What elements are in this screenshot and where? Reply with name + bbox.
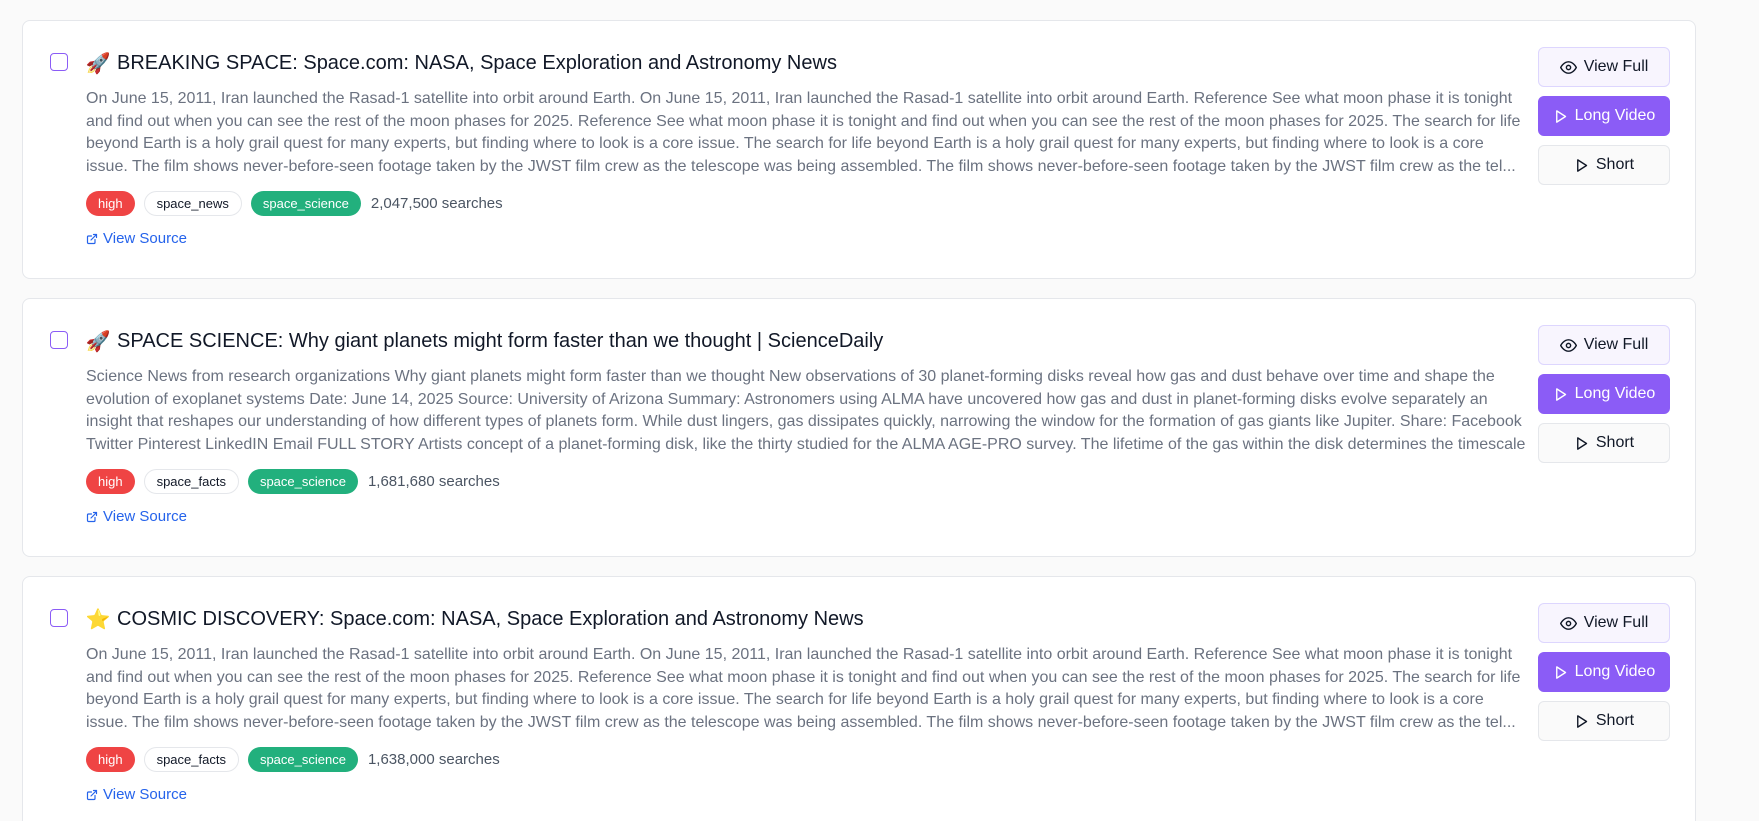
long-video-label: Long Video: [1574, 663, 1656, 680]
scroll-gutter: [1720, 0, 1759, 821]
category-tag: space_facts: [143, 747, 239, 772]
category-tag: space_facts: [143, 469, 239, 494]
priority-badge: high: [86, 747, 135, 772]
view-full-button[interactable]: View Full: [1538, 47, 1670, 87]
view-full-label: View Full: [1583, 336, 1649, 353]
long-video-button[interactable]: Long Video: [1538, 374, 1670, 414]
select-checkbox[interactable]: [50, 609, 68, 627]
select-checkbox[interactable]: [50, 331, 68, 349]
view-full-button[interactable]: View Full: [1538, 325, 1670, 365]
card-actions: View Full Long Video Short: [1538, 325, 1670, 463]
trend-card: 🚀 SPACE SCIENCE: Why giant planets might…: [22, 298, 1696, 557]
card-summary: Science News from research organizations…: [86, 368, 1526, 453]
view-source-link[interactable]: View Source: [86, 230, 187, 247]
view-full-label: View Full: [1583, 614, 1649, 631]
view-source-label: View Source: [103, 508, 187, 525]
card-meta: high space_news space_science 2,047,500 …: [86, 191, 503, 216]
play-icon: [1576, 158, 1588, 172]
card-title: COSMIC DISCOVERY: Space.com: NASA, Space…: [117, 607, 864, 630]
card-title-row: ⭐ COSMIC DISCOVERY: Space.com: NASA, Spa…: [86, 607, 864, 631]
card-title: BREAKING SPACE: Space.com: NASA, Space E…: [117, 51, 837, 74]
card-title-row: 🚀 SPACE SCIENCE: Why giant planets might…: [85, 329, 884, 353]
long-video-label: Long Video: [1574, 385, 1656, 402]
card-meta: high space_facts space_science 1,638,000…: [86, 747, 500, 772]
card-summary: On June 15, 2011, Iran launched the Rasa…: [86, 646, 1521, 731]
card-title-row: 🚀 BREAKING SPACE: Space.com: NASA, Space…: [86, 51, 837, 75]
play-icon: [1576, 436, 1588, 450]
card-actions: View Full Long Video Short: [1538, 47, 1670, 185]
eye-icon: [1559, 60, 1577, 74]
card-meta: high space_facts space_science 1,681,680…: [86, 469, 500, 494]
eye-icon: [1559, 616, 1577, 630]
trend-card: ⭐ COSMIC DISCOVERY: Space.com: NASA, Spa…: [22, 576, 1696, 821]
long-video-button[interactable]: Long Video: [1538, 652, 1670, 692]
long-video-button[interactable]: Long Video: [1538, 96, 1670, 136]
rocket-icon: 🚀: [85, 52, 111, 75]
trend-card-list: 🚀 BREAKING SPACE: Space.com: NASA, Space…: [22, 20, 1696, 821]
card-summary: On June 15, 2011, Iran launched the Rasa…: [86, 90, 1521, 175]
topic-tag: space_science: [250, 191, 361, 216]
search-count: 1,681,680 searches: [367, 473, 500, 490]
priority-badge: high: [86, 191, 135, 216]
search-count: 2,047,500 searches: [370, 195, 503, 212]
star-icon: ⭐: [85, 608, 111, 631]
short-video-label: Short: [1595, 434, 1635, 451]
play-icon: [1576, 714, 1588, 728]
external-link-icon: [86, 789, 98, 800]
trend-card: 🚀 BREAKING SPACE: Space.com: NASA, Space…: [22, 20, 1696, 279]
search-count: 1,638,000 searches: [367, 751, 500, 768]
play-icon: [1555, 665, 1566, 679]
short-video-button[interactable]: Short: [1538, 423, 1670, 463]
rocket-icon: 🚀: [85, 330, 111, 353]
eye-icon: [1559, 338, 1577, 352]
card-title: SPACE SCIENCE: Why giant planets might f…: [117, 329, 884, 352]
view-source-link[interactable]: View Source: [86, 508, 187, 525]
view-source-link[interactable]: View Source: [86, 786, 187, 803]
short-video-label: Short: [1595, 712, 1635, 729]
category-tag: space_news: [143, 191, 242, 216]
short-video-button[interactable]: Short: [1538, 701, 1670, 741]
select-checkbox[interactable]: [50, 53, 68, 71]
view-full-button[interactable]: View Full: [1538, 603, 1670, 643]
topic-tag: space_science: [247, 747, 358, 772]
long-video-label: Long Video: [1574, 107, 1656, 124]
topic-tag: space_science: [247, 469, 358, 494]
short-video-button[interactable]: Short: [1538, 145, 1670, 185]
card-actions: View Full Long Video Short: [1538, 603, 1670, 741]
play-icon: [1555, 387, 1566, 401]
priority-badge: high: [86, 469, 135, 494]
view-source-label: View Source: [103, 786, 187, 803]
external-link-icon: [86, 511, 98, 522]
external-link-icon: [86, 233, 98, 244]
view-source-label: View Source: [103, 230, 187, 247]
play-icon: [1555, 109, 1566, 123]
view-full-label: View Full: [1583, 58, 1649, 75]
short-video-label: Short: [1595, 156, 1635, 173]
